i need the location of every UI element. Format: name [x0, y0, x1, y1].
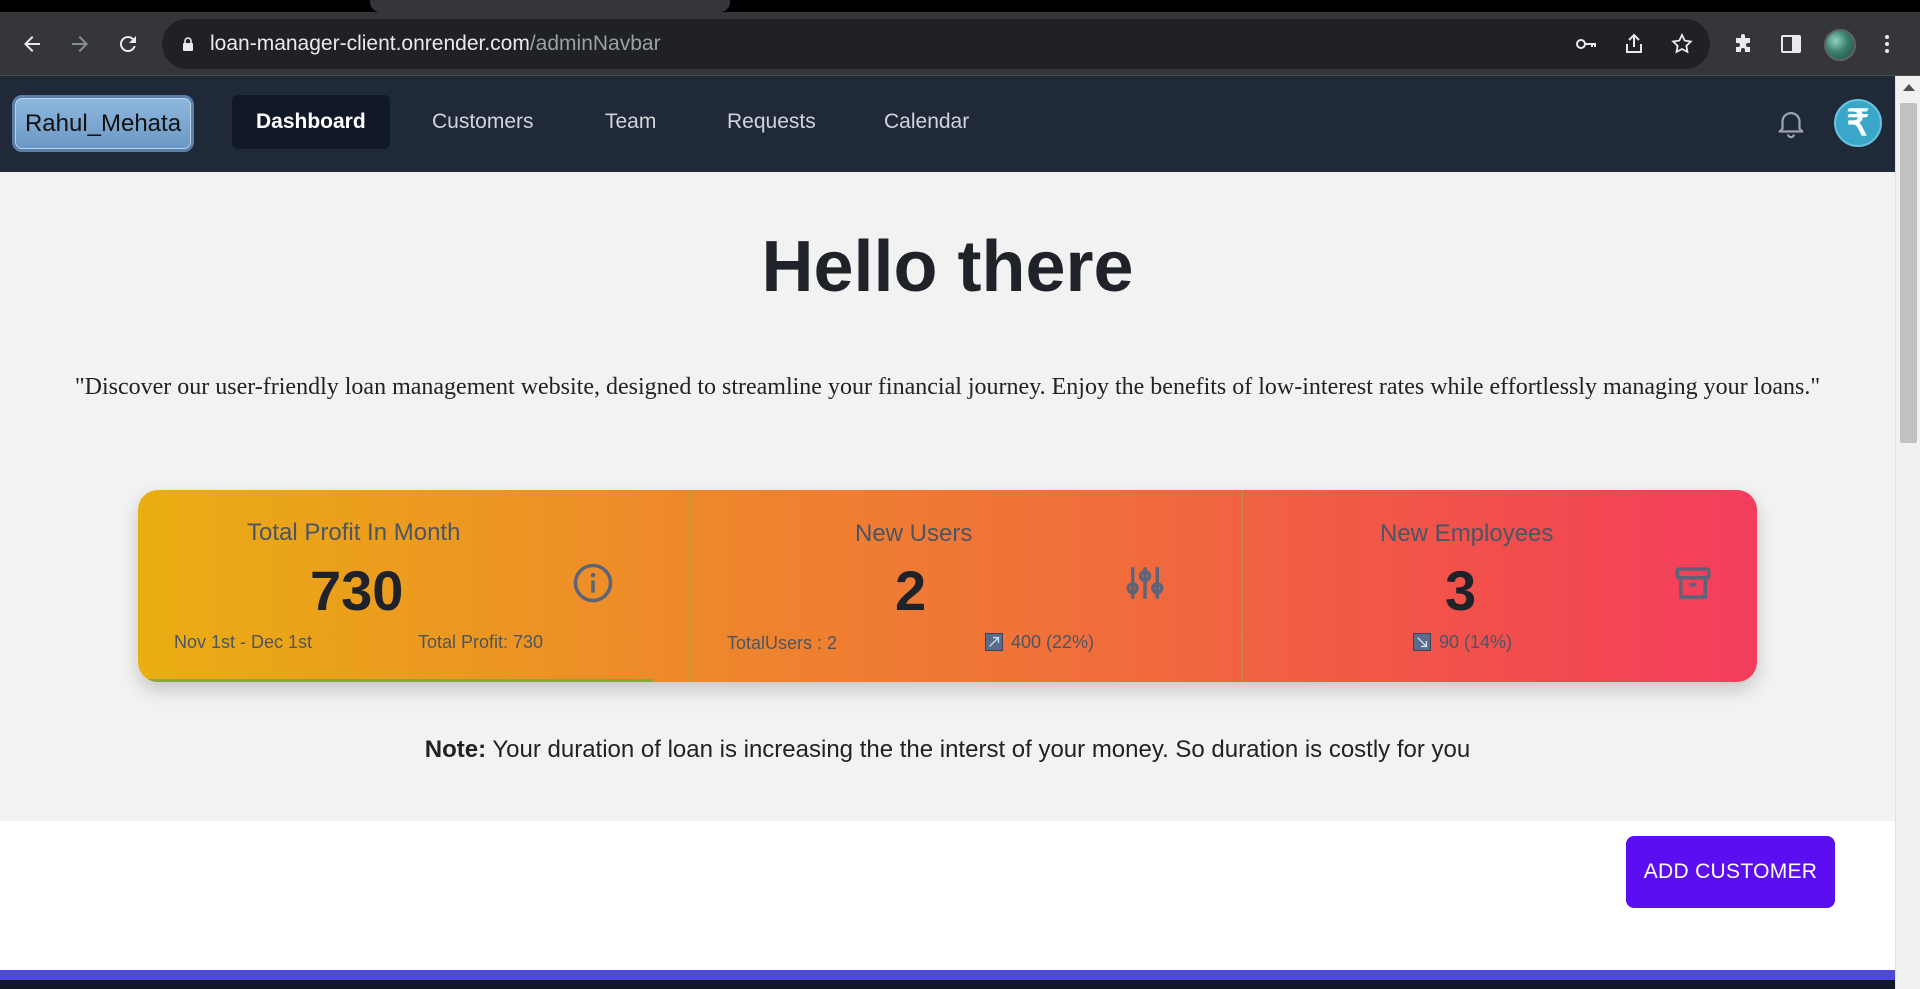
browser-profile-avatar[interactable] [1824, 29, 1856, 61]
user-avatar[interactable]: ₹ [1834, 99, 1882, 147]
intro-text: "Discover our user-friendly loan managem… [74, 374, 1821, 400]
scrollbar-thumb[interactable] [1900, 103, 1917, 443]
note-text: Your duration of loan is increasing the … [486, 736, 1471, 763]
bookmark-star-icon[interactable] [1670, 32, 1694, 56]
stat-title: New Users [855, 520, 973, 547]
stat-new-users: New Users 2 TotalUsers : 2 400 (22%) [691, 490, 1241, 682]
employees-trend: 90 (14%) [1413, 632, 1512, 653]
extensions-puzzle-icon[interactable] [1731, 32, 1755, 56]
stat-value: 3 [1445, 559, 1477, 622]
share-icon[interactable] [1622, 32, 1646, 56]
nav-link-customers[interactable]: Customers [408, 95, 558, 149]
browser-tab-strip [0, 0, 1920, 12]
lock-icon [183, 37, 193, 51]
brand-button[interactable]: Rahul_Mehata [12, 95, 194, 152]
back-arrow-icon [24, 36, 40, 52]
stat-value: 730 [310, 559, 404, 622]
notification-bell-icon[interactable] [1774, 106, 1808, 140]
stat-title: New Employees [1380, 520, 1554, 547]
url-text: loan-manager-client.onrender.com/adminNa… [210, 32, 661, 56]
reload-icon [119, 36, 136, 53]
profit-progress-bar [138, 679, 653, 682]
archive-icon[interactable] [1672, 562, 1714, 604]
customers-section: ADD CUSTOMER [0, 821, 1895, 989]
sliders-icon[interactable] [1124, 562, 1166, 604]
back-button[interactable] [14, 26, 50, 62]
stat-new-employees: New Employees 3 90 (14%) [1243, 490, 1757, 682]
url-host: loan-manager-client.onrender.com [210, 32, 530, 55]
nav-link-calendar[interactable]: Calendar [860, 95, 993, 149]
nav-link-team[interactable]: Team [581, 95, 680, 149]
page-scrollbar[interactable] [1895, 76, 1920, 989]
browser-toolbar: loan-manager-client.onrender.com/adminNa… [0, 12, 1920, 76]
address-bar[interactable]: loan-manager-client.onrender.com/adminNa… [162, 19, 1710, 69]
nav-link-requests[interactable]: Requests [703, 95, 840, 149]
page-viewport: Rahul_Mehata Dashboard Customers Team Re… [0, 76, 1895, 989]
bottom-section-strip [0, 970, 1895, 989]
app-navbar: Rahul_Mehata Dashboard Customers Team Re… [0, 76, 1895, 172]
add-customer-button[interactable]: ADD CUSTOMER [1626, 836, 1835, 908]
nav-link-dashboard[interactable]: Dashboard [232, 95, 390, 149]
total-users-note: TotalUsers : 2 [727, 633, 838, 653]
forward-arrow-icon [72, 36, 88, 52]
trend-up-icon [985, 633, 1003, 651]
trend-down-icon [1413, 633, 1431, 651]
forward-button[interactable] [62, 26, 98, 62]
employees-trend-value: 90 (14%) [1439, 632, 1513, 652]
browser-active-tab[interactable] [370, 0, 730, 12]
note-label: Note: [424, 736, 487, 763]
page-title: Hello there [761, 227, 1134, 307]
browser-menu-icon[interactable] [1875, 32, 1899, 56]
total-profit-note: Total Profit: 730 [418, 632, 544, 652]
scroll-up-arrow-icon[interactable] [1903, 84, 1915, 91]
stat-title: Total Profit In Month [247, 519, 461, 546]
stats-card: Total Profit In Month 730 Nov 1st - Dec … [138, 490, 1757, 682]
date-range: Nov 1st - Dec 1st [174, 632, 313, 652]
stat-value: 2 [895, 559, 927, 622]
reload-button[interactable] [110, 26, 146, 62]
users-trend-value: 400 (22%) [1011, 632, 1095, 652]
stat-total-profit: Total Profit In Month 730 Nov 1st - Dec … [138, 490, 689, 682]
users-trend: 400 (22%) [985, 632, 1094, 653]
loan-note: Note: Your duration of loan is increasin… [0, 736, 1895, 764]
info-icon[interactable] [572, 562, 614, 604]
url-path: /adminNavbar [529, 32, 661, 55]
side-panel-icon[interactable] [1779, 32, 1803, 56]
key-icon[interactable] [1574, 32, 1598, 56]
